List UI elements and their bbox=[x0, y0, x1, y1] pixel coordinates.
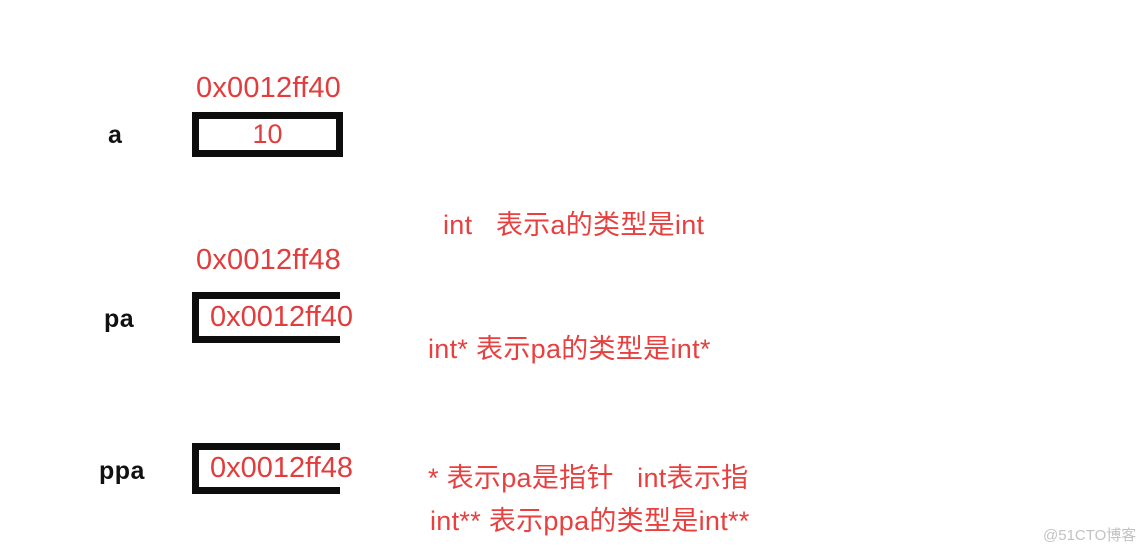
variable-label-pa: pa bbox=[104, 305, 135, 333]
variable-label-a: a bbox=[108, 121, 123, 149]
memory-cell-a: 10 bbox=[192, 112, 343, 157]
address-caption-pa: 0x0012ff48 bbox=[196, 244, 341, 276]
memory-cell-ppa: 0x0012ff48 bbox=[192, 443, 353, 494]
annotation-ppa-line-1: int** 表示ppa的类型是int** bbox=[430, 506, 750, 536]
memory-cell-value-a: 10 bbox=[252, 119, 283, 149]
variable-label-ppa: ppa bbox=[99, 457, 145, 485]
address-caption-a: 0x0012ff40 bbox=[196, 72, 341, 104]
watermark: @51CTO博客 bbox=[1043, 527, 1137, 544]
diagram-canvas: 0x0012ff40 a 10 int 表示a的类型是int 0x0012ff4… bbox=[0, 0, 1146, 555]
annotation-pa-line-1: int* 表示pa的类型是int* bbox=[428, 334, 711, 364]
memory-cell-value-ppa: 0x0012ff48 bbox=[210, 452, 353, 484]
memory-cell-pa: 0x0012ff40 bbox=[192, 292, 353, 343]
memory-cell-value-pa: 0x0012ff40 bbox=[210, 301, 353, 333]
annotation-ppa: int** 表示ppa的类型是int** 后面的*表示ppa是指针, int*表… bbox=[430, 414, 788, 555]
annotation-a-line-1: int 表示a的类型是int bbox=[443, 210, 705, 240]
